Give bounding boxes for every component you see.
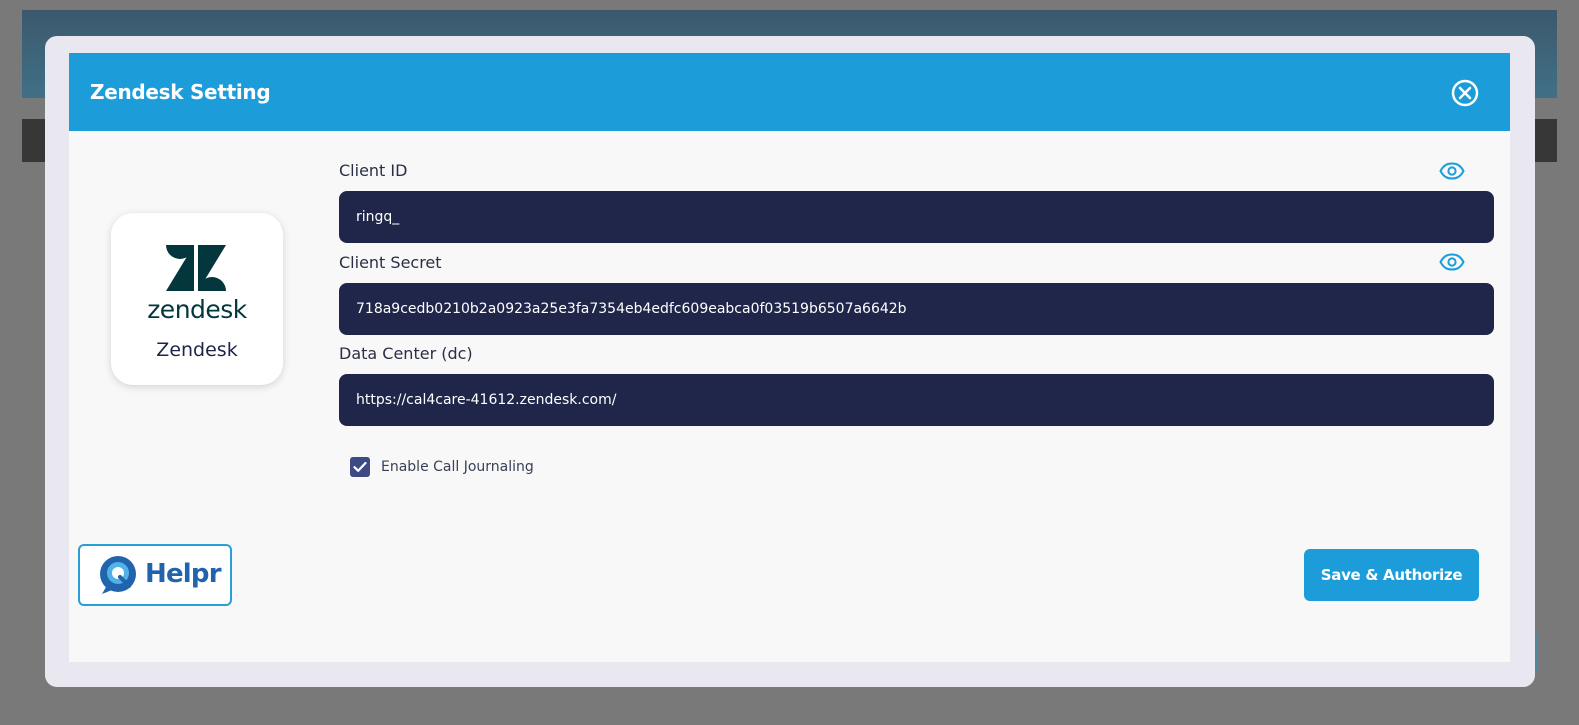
close-circle-icon bbox=[1451, 79, 1479, 107]
zendesk-logo-icon bbox=[166, 245, 226, 291]
client-id-eye-icon[interactable] bbox=[1439, 162, 1465, 180]
helpr-logo-icon bbox=[100, 556, 136, 594]
client-id-label: Client ID bbox=[339, 161, 408, 180]
data-center-input[interactable] bbox=[339, 374, 1494, 426]
client-secret-input[interactable] bbox=[339, 283, 1494, 335]
client-secret-label: Client Secret bbox=[339, 253, 442, 272]
call-journaling-checkbox[interactable] bbox=[350, 457, 370, 477]
data-center-label: Data Center (dc) bbox=[339, 344, 473, 363]
modal-title: Zendesk Setting bbox=[90, 80, 271, 104]
modal-frame: Zendesk Setting zendesk Zendesk Client I… bbox=[45, 36, 1535, 687]
integration-name: Zendesk bbox=[156, 339, 238, 361]
client-id-input[interactable] bbox=[339, 191, 1494, 243]
save-authorize-button[interactable]: Save & Authorize bbox=[1304, 549, 1479, 601]
client-secret-eye-icon[interactable] bbox=[1439, 253, 1465, 271]
call-journaling-row: Enable Call Journaling bbox=[350, 457, 534, 477]
zendesk-settings-modal: Zendesk Setting zendesk Zendesk Client I… bbox=[69, 53, 1510, 662]
zendesk-logo-card: zendesk Zendesk bbox=[111, 213, 283, 385]
zendesk-wordmark: zendesk bbox=[147, 295, 247, 324]
helpr-badge[interactable]: Helpr bbox=[78, 544, 232, 606]
checkmark-icon bbox=[353, 461, 367, 472]
call-journaling-label[interactable]: Enable Call Journaling bbox=[381, 459, 534, 475]
helpr-wordmark: Helpr bbox=[145, 559, 222, 589]
modal-header: Zendesk Setting bbox=[69, 53, 1510, 131]
close-button[interactable] bbox=[1450, 78, 1480, 108]
